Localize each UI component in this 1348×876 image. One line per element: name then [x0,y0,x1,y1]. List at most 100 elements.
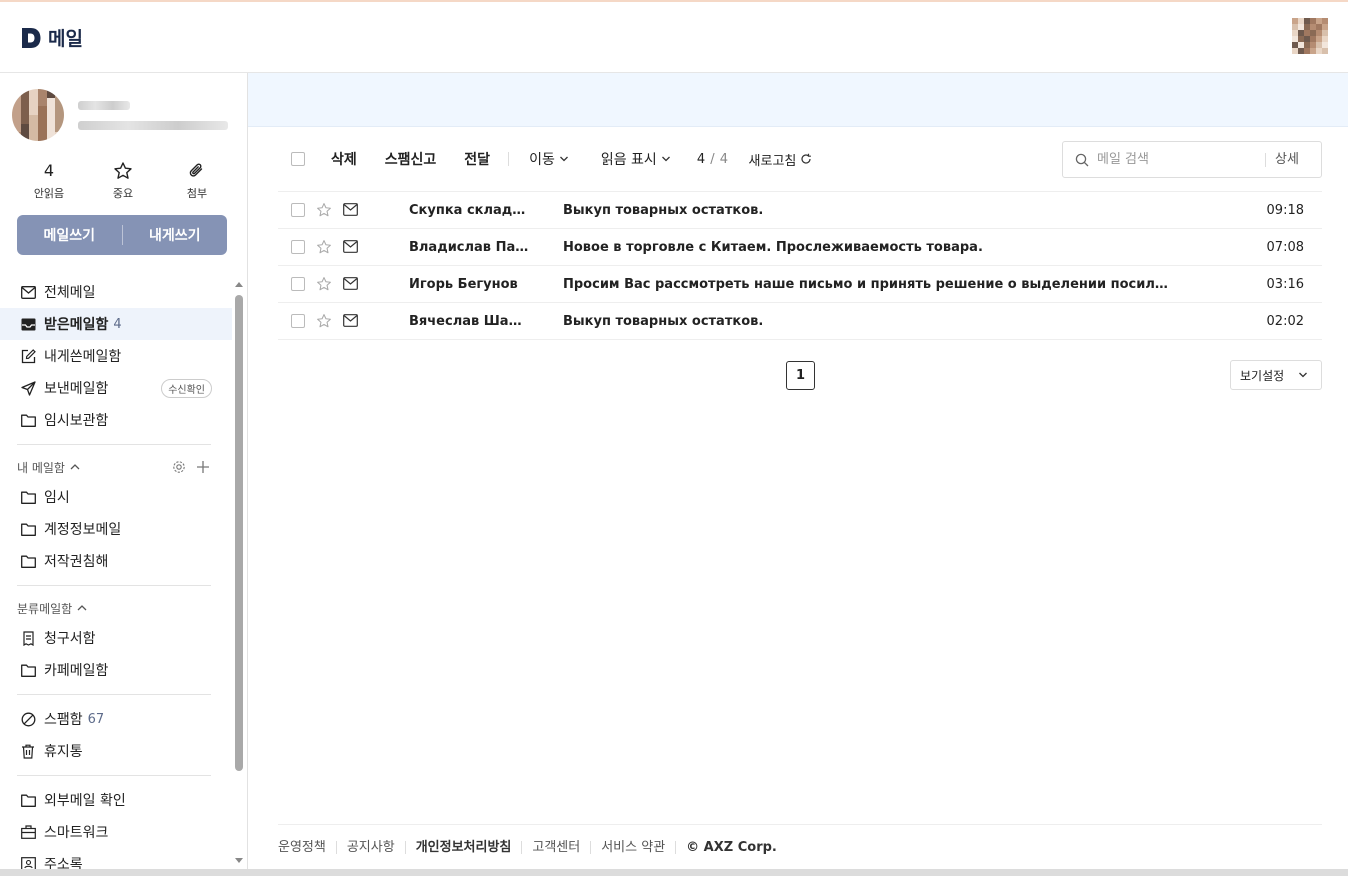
add-folder-icon[interactable] [196,460,210,474]
logo[interactable]: 메일 [20,24,83,51]
sidebar-item-label: 받은메일함 [44,317,109,333]
write-to-self-button[interactable]: 내게쓰기 [123,225,228,245]
sidebar-item-bills[interactable]: 청구서함 [0,622,232,654]
chevron-down-icon [1299,372,1308,378]
mail-checkbox[interactable] [291,314,305,328]
refresh-button[interactable]: 새로고침 [749,150,813,169]
star-icon [113,161,133,181]
sidebar-item-label: 휴지통 [44,744,83,760]
mail-checkbox[interactable] [291,203,305,217]
mail-count-separator: / [710,151,716,167]
page-1-button[interactable]: 1 [786,361,815,390]
detail-search-button[interactable]: 상세 [1265,152,1299,167]
envelope-icon[interactable] [343,203,358,216]
footer-link-notice[interactable]: 공지사항 [335,841,405,854]
mail-row[interactable]: Игорь Бегунов Просим Вас рассмотреть наше… [278,266,1322,303]
mail-subject[interactable]: Просим Вас рассмотреть наше письмо и при… [563,277,1169,292]
sidebar-item-folder-copyright[interactable]: 저작권침해 [0,545,232,577]
read-mark-dropdown[interactable]: 읽음 표시 [601,149,671,169]
mail-time: 07:08 [1266,239,1304,255]
sidebar-item-trash[interactable]: 휴지통 [0,735,232,767]
user-avatar[interactable] [1292,18,1328,54]
sidebar-item-to-me[interactable]: 내게쓴메일함 [0,340,232,372]
sidebar-item-cafe[interactable]: 카페메일함 [0,654,232,686]
mail-subject[interactable]: Выкуп товарных остатков. [563,314,1169,329]
window-bottom-edge [0,869,1348,876]
mail-checkbox[interactable] [291,240,305,254]
footer-link-privacy[interactable]: 개인정보처리방침 [404,841,522,854]
folder-icon [20,412,36,428]
folder-icon [20,521,36,537]
gear-icon[interactable] [172,460,186,474]
mail-subject[interactable]: Выкуп товарных остатков. [563,203,1169,218]
mail-count: 4 / 4 [697,152,729,167]
sidebar-item-sent[interactable]: 보낸메일함 수신확인 [0,372,232,404]
mail-checkbox[interactable] [291,277,305,291]
folder-icon [20,792,36,808]
sidebar-item-inbox[interactable]: 받은메일함 4 [0,308,232,340]
mail-time: 02:02 [1266,313,1304,329]
sidebar-item-spam[interactable]: 스팸함 67 [0,703,232,735]
mail-row[interactable]: Владислав Па... Новое в торговле с Китаем… [278,229,1322,266]
top-banner [248,73,1348,127]
stat-attachment[interactable]: 첨부 [167,161,227,201]
send-icon [20,380,36,396]
my-folders-header[interactable]: 내 메일함 [0,453,232,481]
mail-row[interactable]: Вячеслав Шас... Выкуп товарных остатков. 0… [278,303,1322,340]
move-dropdown[interactable]: 이동 [529,149,569,169]
delete-button[interactable]: 삭제 [331,149,357,169]
mail-sender[interactable]: Игорь Бегунов [409,277,529,292]
select-all-checkbox[interactable] [291,152,305,166]
trash-icon [20,743,36,759]
stat-label-important: 중요 [112,187,134,200]
forward-button[interactable]: 전달 [464,149,490,169]
star-icon[interactable] [316,313,332,329]
sidebar-item-label: 계정정보메일 [44,522,122,538]
footer-link-policy[interactable]: 운영정책 [278,841,336,854]
scroll-up-arrow[interactable] [234,280,244,288]
mail-sender[interactable]: Скупка складс... [409,203,529,218]
envelope-icon[interactable] [343,314,358,327]
toolbar-divider [508,152,510,166]
spam-report-button[interactable]: 스팸신고 [385,149,437,169]
scroll-down-arrow[interactable] [234,857,244,865]
footer-link-terms[interactable]: 서비스 약관 [590,841,675,854]
profile-card[interactable] [12,89,234,145]
sidebar-item-label: 저작권침해 [44,554,109,570]
read-receipt-button[interactable]: 수신확인 [161,378,212,398]
sidebar-item-folder-temp[interactable]: 임시 [0,481,232,513]
mail-stats: 4 안읽음 중요 첨부 [12,161,234,201]
sidebar-item-label: 카페메일함 [44,663,109,679]
paperclip-icon [187,161,207,181]
footer: 운영정책 공지사항 개인정보처리방침 고객센터 서비스 약관 © AXZ Cor… [278,824,1322,870]
mail-subject[interactable]: Новое в торговле с Китаем. Прослеживаемо… [563,240,1169,255]
stat-unread[interactable]: 4 안읽음 [19,161,79,201]
header: 메일 [0,2,1348,73]
star-icon[interactable] [316,202,332,218]
view-settings-dropdown[interactable]: 보기설정 [1230,360,1322,390]
footer-link-support[interactable]: 고객센터 [521,841,590,854]
refresh-label: 새로고침 [748,153,797,169]
sidebar-item-folder-account[interactable]: 계정정보메일 [0,513,232,545]
envelope-icon[interactable] [343,277,358,290]
stat-important[interactable]: 중요 [93,161,153,201]
category-folders-header[interactable]: 분류메일함 [0,594,232,622]
search-icon[interactable] [1075,153,1089,167]
star-icon[interactable] [316,276,332,292]
sidebar-scrollbar-thumb[interactable] [235,295,243,771]
sidebar-item-all-mail[interactable]: 전체메일 [0,276,232,308]
sidebar-item-smartwork[interactable]: 스마트워크 [0,816,232,848]
sidebar-item-label: 스팸함 [44,712,83,728]
mail-sender[interactable]: Владислав Па... [409,240,529,255]
mail-sender[interactable]: Вячеслав Шас... [409,314,529,329]
compose-button[interactable]: 메일쓰기 [17,225,122,245]
profile-email-blurred [78,121,228,130]
sidebar-item-external[interactable]: 외부메일 확인 [0,784,232,816]
envelope-icon[interactable] [343,240,358,253]
mail-row[interactable]: Скупка складс... Выкуп товарных остатков.… [278,192,1322,229]
star-icon[interactable] [316,239,332,255]
chevron-down-icon [661,156,670,162]
search-input[interactable] [1097,152,1265,167]
app-name: 메일 [48,28,83,50]
sidebar-item-drafts[interactable]: 임시보관함 [0,404,232,436]
